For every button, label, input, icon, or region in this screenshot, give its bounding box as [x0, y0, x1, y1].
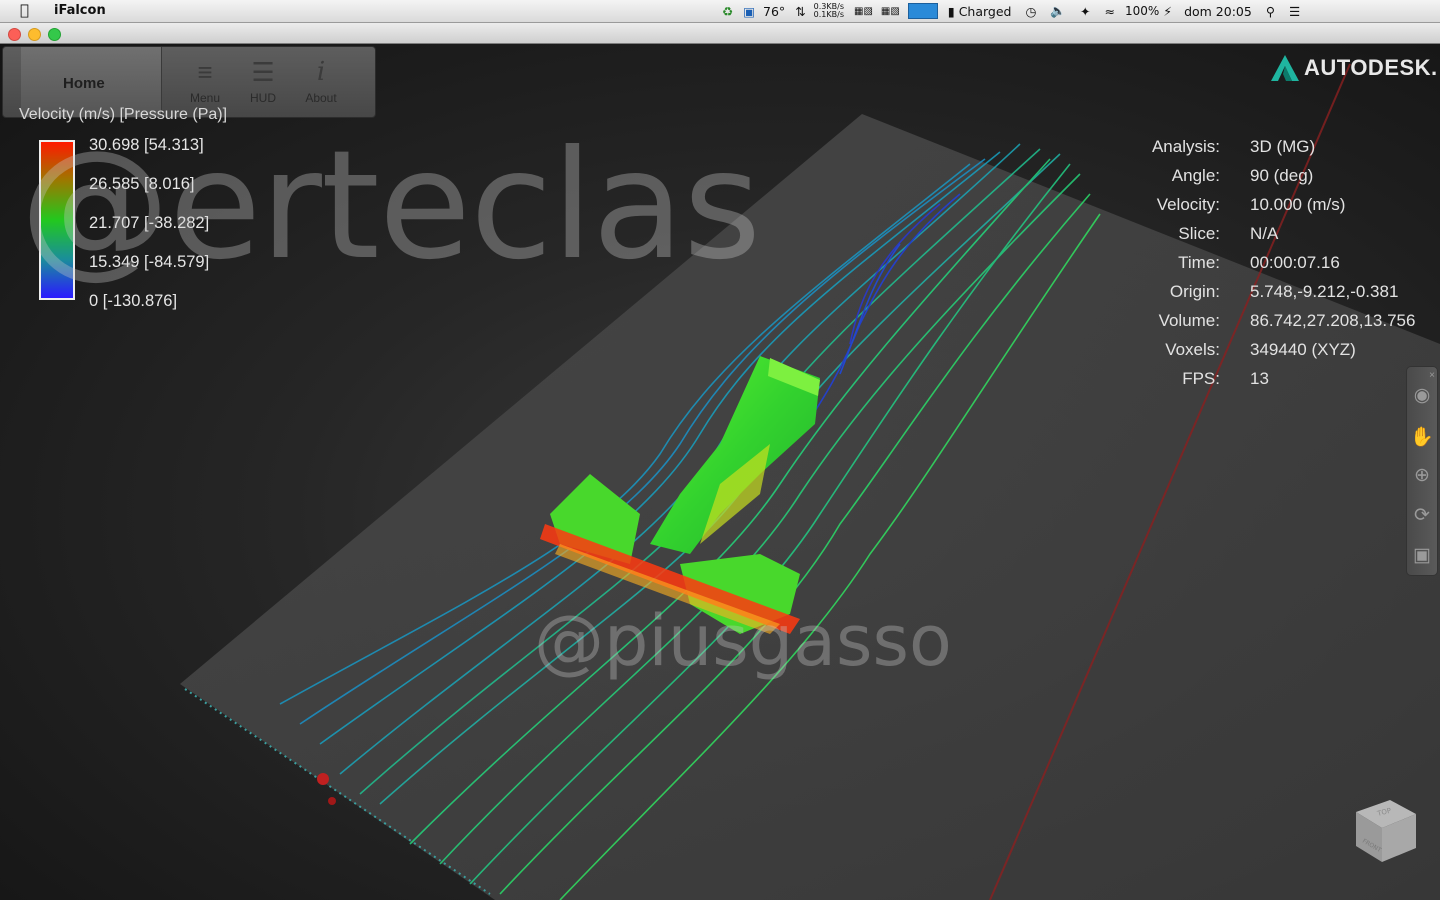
autodesk-logo-text: AUTODESK.	[1304, 55, 1438, 80]
monitor-icon[interactable]: ▣	[743, 4, 755, 19]
info-label-origin: Origin:	[1169, 282, 1220, 301]
battery-status[interactable]: Charged	[959, 4, 1012, 19]
zoom-window-button[interactable]	[48, 28, 61, 41]
3d-viewport[interactable]: Home ≡ Menu ☰ HUD i About Velocity (m/s)…	[0, 44, 1440, 900]
info-value-analysis: 3D (MG)	[1250, 137, 1316, 156]
volume-icon[interactable]: 🔈	[1050, 3, 1066, 19]
info-label-velocity: Velocity:	[1156, 195, 1220, 214]
info-label-angle: Angle:	[1171, 166, 1220, 185]
memory-meter-icon[interactable]: ▦▧	[854, 6, 873, 17]
pan-hand-icon[interactable]: ✋	[1409, 423, 1435, 453]
app-name[interactable]: iFalcon	[54, 3, 106, 18]
info-value-voxels: 349440 (XYZ)	[1250, 340, 1356, 359]
view-cube[interactable]: TOP FRONT	[1350, 796, 1418, 864]
about-button-label: About	[305, 91, 337, 105]
close-navbar-icon[interactable]: ×	[1409, 371, 1435, 381]
menu-bar:  iFalcon ♻ ▣ 76° ⇅ 0.3KB/s 0.1KB/s ▦▧ ▦…	[0, 0, 1440, 23]
wifi-icon[interactable]: ≈	[1104, 4, 1114, 19]
info-value-angle: 90 (deg)	[1250, 166, 1314, 185]
battery-charging-icon[interactable]: ⚡	[1163, 4, 1172, 19]
battery-percent[interactable]: 100%	[1125, 4, 1159, 18]
info-value-fps: 13	[1250, 369, 1269, 388]
temperature-readout[interactable]: 76°	[763, 4, 785, 19]
bluetooth-icon[interactable]: ✦	[1080, 4, 1090, 19]
fan-icon[interactable]: ⇅	[795, 4, 805, 19]
steering-wheel-icon[interactable]: ◉	[1409, 381, 1435, 411]
autodesk-a-icon	[1271, 55, 1299, 81]
zoom-icon[interactable]: ⊕	[1409, 461, 1435, 491]
cpu-graph-icon[interactable]	[907, 3, 938, 19]
about-button[interactable]: i About	[293, 51, 349, 113]
spotlight-icon[interactable]: ⚲	[1266, 4, 1275, 19]
autodesk-logo: AUTODESK.	[1270, 54, 1438, 82]
hud-layers-icon: ☰	[251, 57, 275, 87]
hud-button-label: HUD	[250, 91, 276, 105]
axis-marker	[317, 773, 329, 785]
info-label-fps: FPS:	[1182, 369, 1220, 388]
menu-button-label: Menu	[189, 91, 221, 105]
watermark-small: @piusgasso	[534, 600, 952, 682]
sync-icon[interactable]: ♻	[722, 4, 733, 19]
menu-sliders-icon: ≡	[197, 57, 213, 87]
info-label-volume: Volume:	[1158, 311, 1220, 330]
hud-button[interactable]: ☰ HUD	[235, 51, 291, 113]
info-label-time: Time:	[1178, 253, 1220, 272]
time-machine-icon[interactable]: ◷	[1026, 4, 1037, 19]
navigation-bar: × ◉ ✋ ⊕ ⟳ ▣	[1406, 366, 1438, 576]
watermark-large: @erteclas	[20, 119, 761, 293]
status-items: ♻ ▣ 76° ⇅ 0.3KB/s 0.1KB/s ▦▧ ▦▧ ▮ Charge…	[722, 0, 1300, 22]
info-value-velocity: 10.000 (m/s)	[1250, 195, 1346, 214]
info-label-voxels: Voxels:	[1165, 340, 1220, 359]
network-speed[interactable]: 0.3KB/s 0.1KB/s	[814, 3, 844, 19]
info-value-origin: 5.748,-9.212,-0.381	[1250, 282, 1399, 301]
disk-meter-icon[interactable]: ▦▧	[881, 6, 900, 17]
info-label-analysis: Analysis:	[1151, 137, 1220, 156]
menu-button[interactable]: ≡ Menu	[177, 51, 233, 113]
info-label-slice: Slice:	[1178, 224, 1220, 243]
battery-icon[interactable]: ▮	[948, 4, 955, 19]
notification-center-icon[interactable]: ☰	[1289, 4, 1300, 19]
net-down: 0.1KB/s	[813, 10, 844, 19]
axis-marker	[328, 797, 336, 805]
look-icon[interactable]: ▣	[1409, 541, 1435, 571]
info-value-slice: N/A	[1250, 224, 1279, 243]
orbit-icon[interactable]: ⟳	[1409, 501, 1435, 531]
apple-icon[interactable]: 	[20, 1, 29, 19]
home-tab-label: Home	[63, 75, 105, 92]
window-title-bar	[0, 23, 1440, 44]
info-icon: i	[316, 57, 326, 87]
close-window-button[interactable]	[8, 28, 21, 41]
info-value-volume: 86.742,27.208,13.756	[1250, 311, 1416, 330]
minimize-window-button[interactable]	[28, 28, 41, 41]
clock[interactable]: dom 20:05	[1184, 4, 1252, 19]
info-value-time: 00:00:07.16	[1250, 253, 1340, 272]
